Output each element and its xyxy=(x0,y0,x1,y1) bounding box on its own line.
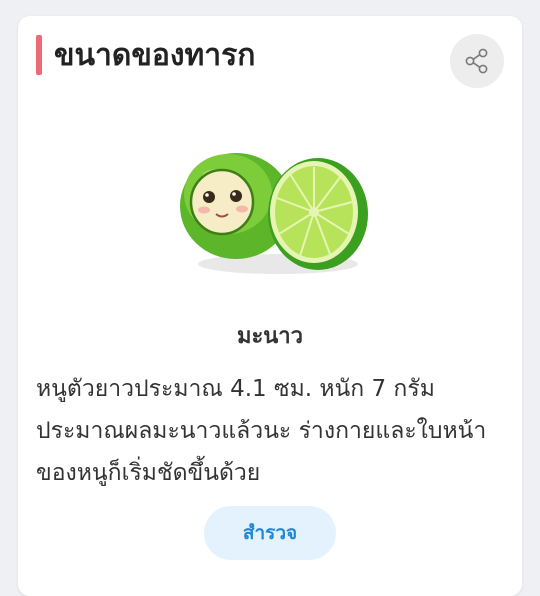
baby-size-card: ขนาดของทารก มะนาว หนูตัวยาวประมาณ 4.1 ซม… xyxy=(18,16,522,596)
title-accent-bar xyxy=(36,35,42,75)
lime-fruit-icon xyxy=(180,153,368,274)
card-header: ขนาดของทารก xyxy=(36,34,255,76)
explore-button[interactable]: สำรวจ xyxy=(204,506,336,560)
share-button[interactable] xyxy=(450,34,504,88)
card-title: ขนาดของทารก xyxy=(54,37,256,73)
share-icon xyxy=(465,48,488,74)
fruit-name: มะนาว xyxy=(236,324,304,349)
size-description: หนูตัวยาวประมาณ 4.1 ซม. หนัก 7 กรัม ประม… xyxy=(36,376,487,486)
